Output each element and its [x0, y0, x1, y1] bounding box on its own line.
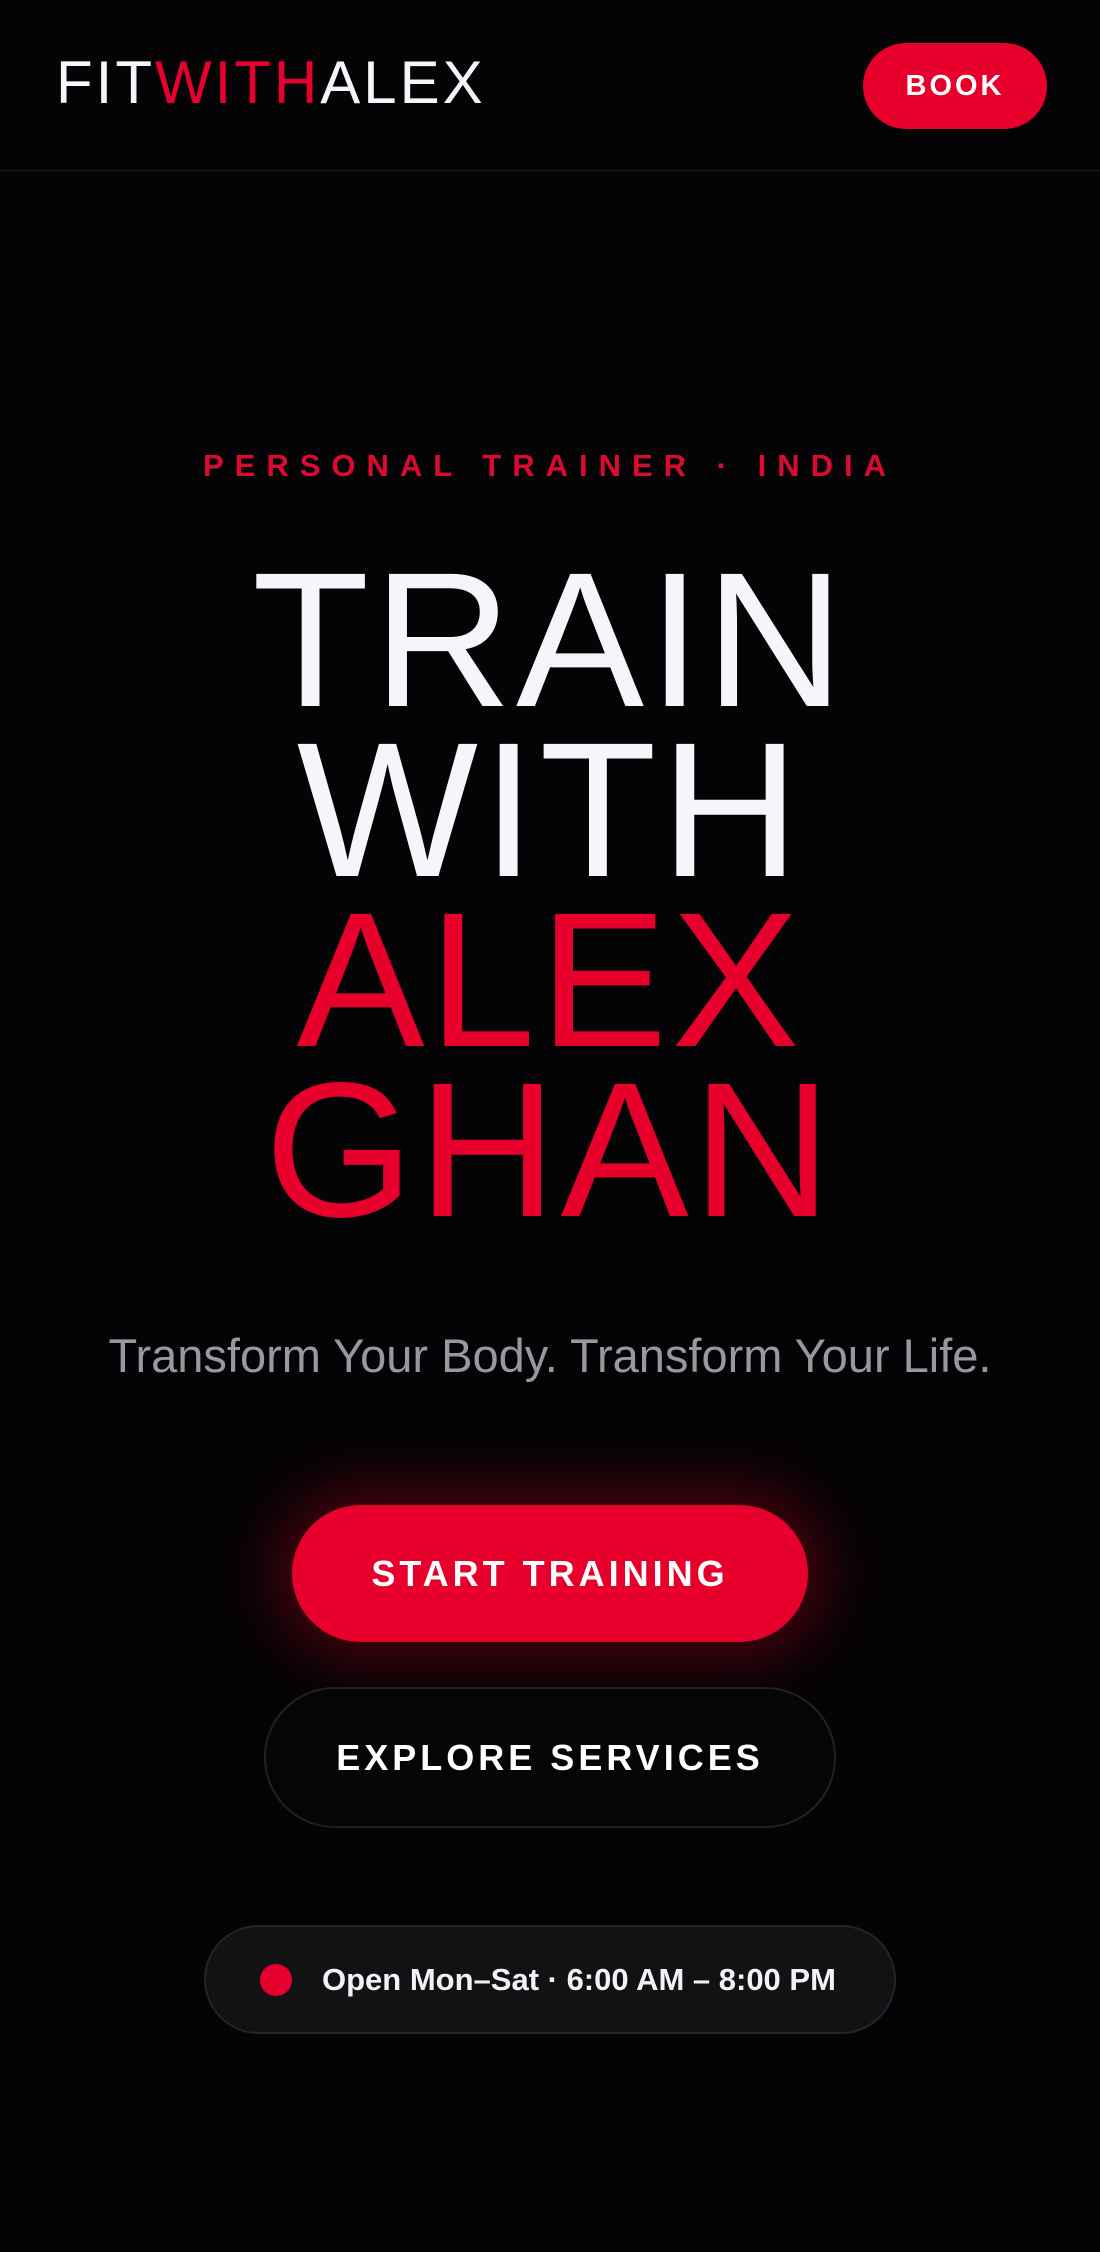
status-dot-icon — [260, 1963, 292, 1996]
hero-title-line-4: GHAN — [264, 1042, 836, 1257]
hero-title-line-3: ALEX — [296, 872, 804, 1087]
logo-part-with: WITH — [154, 49, 321, 116]
book-button[interactable]: BOOK — [863, 43, 1047, 129]
hero-title: TRAIN WITH ALEX GHAN — [0, 532, 1100, 1257]
hero-title-line-1: TRAIN — [252, 532, 848, 747]
explore-services-button[interactable]: EXPLORE SERVICES — [264, 1687, 836, 1828]
hero-eyebrow: PERSONAL TRAINER · INDIA — [202, 448, 897, 483]
logo[interactable]: FITWITHALEX — [56, 50, 486, 116]
hours-badge: Open Mon–Sat · 6:00 AM – 8:00 PM — [204, 1925, 896, 2034]
hours-text: Open Mon–Sat · 6:00 AM – 8:00 PM — [322, 1961, 836, 1997]
start-training-button[interactable]: START TRAINING — [292, 1505, 808, 1642]
logo-part-fit: FIT — [56, 49, 155, 116]
hero-title-line-2: WITH — [296, 702, 804, 917]
logo-part-alex: ALEX — [320, 49, 486, 116]
hero-tagline: Transform Your Body. Transform Your Life… — [108, 1329, 992, 1382]
site-header: FITWITHALEX BOOK — [0, 0, 1100, 171]
